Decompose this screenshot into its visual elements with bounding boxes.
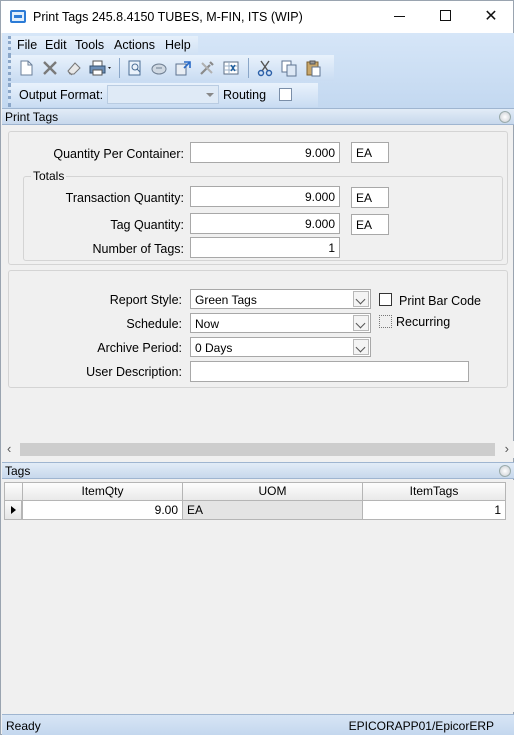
delete-icon[interactable] xyxy=(41,59,59,77)
tag-qty-uom: EA xyxy=(351,214,389,235)
transaction-qty-field[interactable]: 9.000 xyxy=(190,186,340,207)
column-header-uom[interactable]: UOM xyxy=(182,482,363,501)
paste-icon[interactable] xyxy=(304,59,322,77)
clear-icon[interactable] xyxy=(65,59,83,77)
chevron-down-icon xyxy=(206,93,214,97)
copy-icon[interactable] xyxy=(280,59,298,77)
pin-icon[interactable] xyxy=(499,465,511,477)
status-bar: Ready EPICORAPP01/EpicorERP xyxy=(2,714,514,735)
scrollbar-thumb[interactable] xyxy=(20,443,495,456)
pin-icon[interactable] xyxy=(499,111,511,123)
menu-edit[interactable]: Edit xyxy=(45,38,67,52)
new-icon[interactable] xyxy=(17,59,35,77)
window-title: Print Tags 245.8.4150 TUBES, M-FIN, ITS … xyxy=(33,10,303,24)
transaction-qty-uom: EA xyxy=(351,187,389,208)
scroll-right-icon[interactable]: › xyxy=(505,441,509,456)
standard-toolbar xyxy=(8,55,334,81)
report-style-value: Green Tags xyxy=(195,293,257,307)
cell-uom[interactable]: EA xyxy=(182,500,363,520)
tags-panel-header: Tags xyxy=(2,462,514,479)
app-icon xyxy=(10,10,26,23)
title-bar: Print Tags 245.8.4150 TUBES, M-FIN, ITS … xyxy=(1,1,513,33)
column-header-itemqty[interactable]: ItemQty xyxy=(22,482,183,501)
qty-per-container-label: Quantity Per Container: xyxy=(53,147,184,161)
chevron-down-icon[interactable] xyxy=(353,315,369,331)
user-description-label: User Description: xyxy=(86,365,182,379)
chevron-down-icon[interactable] xyxy=(353,291,369,307)
menu-tools[interactable]: Tools xyxy=(75,38,104,52)
print-icon[interactable] xyxy=(88,59,114,77)
close-icon: ✕ xyxy=(484,8,498,25)
print-bar-code-label: Print Bar Code xyxy=(399,294,481,308)
totals-title: Totals xyxy=(31,169,67,183)
schedule-label: Schedule: xyxy=(126,317,182,331)
column-header-itemtags[interactable]: ItemTags xyxy=(362,482,506,501)
menu-bar: File Edit Tools Actions Help xyxy=(8,36,198,56)
menu-file[interactable]: File xyxy=(17,38,37,52)
toolbar-separator xyxy=(119,58,120,78)
maximize-icon xyxy=(439,9,451,21)
routing-label: Routing xyxy=(223,88,267,102)
recurring-checkbox[interactable] xyxy=(379,315,392,328)
tags-grid: ItemQty UOM ItemTags 9.00 EA 1 xyxy=(2,480,514,712)
print-tags-panel-title: Print Tags xyxy=(5,110,59,124)
report-style-label: Report Style: xyxy=(109,293,182,307)
archive-period-value: 0 Days xyxy=(195,341,233,355)
output-format-combo[interactable] xyxy=(107,85,219,104)
schedule-value: Now xyxy=(195,317,220,331)
scroll-left-icon[interactable]: ‹ xyxy=(7,441,11,456)
transaction-qty-label: Transaction Quantity: xyxy=(65,191,184,205)
print-tags-panel-header: Print Tags xyxy=(2,108,514,125)
tag-qty-label: Tag Quantity: xyxy=(110,218,184,232)
tag-qty-field[interactable]: 9.000 xyxy=(190,213,340,234)
qty-per-container-field[interactable]: 9.000 xyxy=(190,142,340,163)
cell-itemqty[interactable]: 9.00 xyxy=(22,500,183,520)
server-info: EPICORAPP01/EpicorERP xyxy=(348,719,494,733)
horizontal-scrollbar[interactable]: ‹ › xyxy=(2,441,514,458)
tags-panel-title: Tags xyxy=(5,464,31,478)
menu-actions[interactable]: Actions xyxy=(114,38,155,52)
print-tags-window: Print Tags 245.8.4150 TUBES, M-FIN, ITS … xyxy=(0,0,514,735)
minimize-icon xyxy=(393,16,405,18)
qty-per-container-uom: EA xyxy=(351,142,389,163)
print-preview-icon[interactable] xyxy=(126,59,144,77)
chevron-down-icon[interactable] xyxy=(353,339,369,355)
minimize-button[interactable] xyxy=(376,1,422,33)
toolbar-separator xyxy=(248,58,249,78)
report-style-combo[interactable]: Green Tags xyxy=(190,289,371,309)
schedule-combo[interactable]: Now xyxy=(190,313,371,333)
menu-help[interactable]: Help xyxy=(165,38,191,52)
cell-itemtags[interactable]: 1 xyxy=(362,500,506,520)
recurring-label: Recurring xyxy=(396,315,451,329)
archive-period-combo[interactable]: 0 Days xyxy=(190,337,371,357)
row-header-corner xyxy=(4,482,23,501)
tools-icon[interactable] xyxy=(198,59,216,77)
attach-icon[interactable] xyxy=(150,59,168,77)
status-text: Ready xyxy=(6,719,41,733)
maximize-button[interactable] xyxy=(422,1,468,33)
toolbar-band: File Edit Tools Actions Help Output Form… xyxy=(2,33,514,108)
close-button[interactable]: ✕ xyxy=(468,1,514,33)
routing-checkbox[interactable] xyxy=(279,88,292,101)
user-description-field[interactable] xyxy=(190,361,469,382)
excel-icon[interactable] xyxy=(222,59,240,77)
archive-period-label: Archive Period: xyxy=(97,341,182,355)
print-bar-code-checkbox[interactable] xyxy=(379,293,392,306)
cut-icon[interactable] xyxy=(256,59,274,77)
format-toolbar: Output Format: Routing xyxy=(8,83,318,107)
row-selector-icon[interactable] xyxy=(4,500,22,520)
num-tags-label: Number of Tags: xyxy=(92,242,184,256)
num-tags-field[interactable]: 1 xyxy=(190,237,340,258)
refresh-icon[interactable] xyxy=(174,59,192,77)
output-format-label: Output Format: xyxy=(19,88,104,102)
